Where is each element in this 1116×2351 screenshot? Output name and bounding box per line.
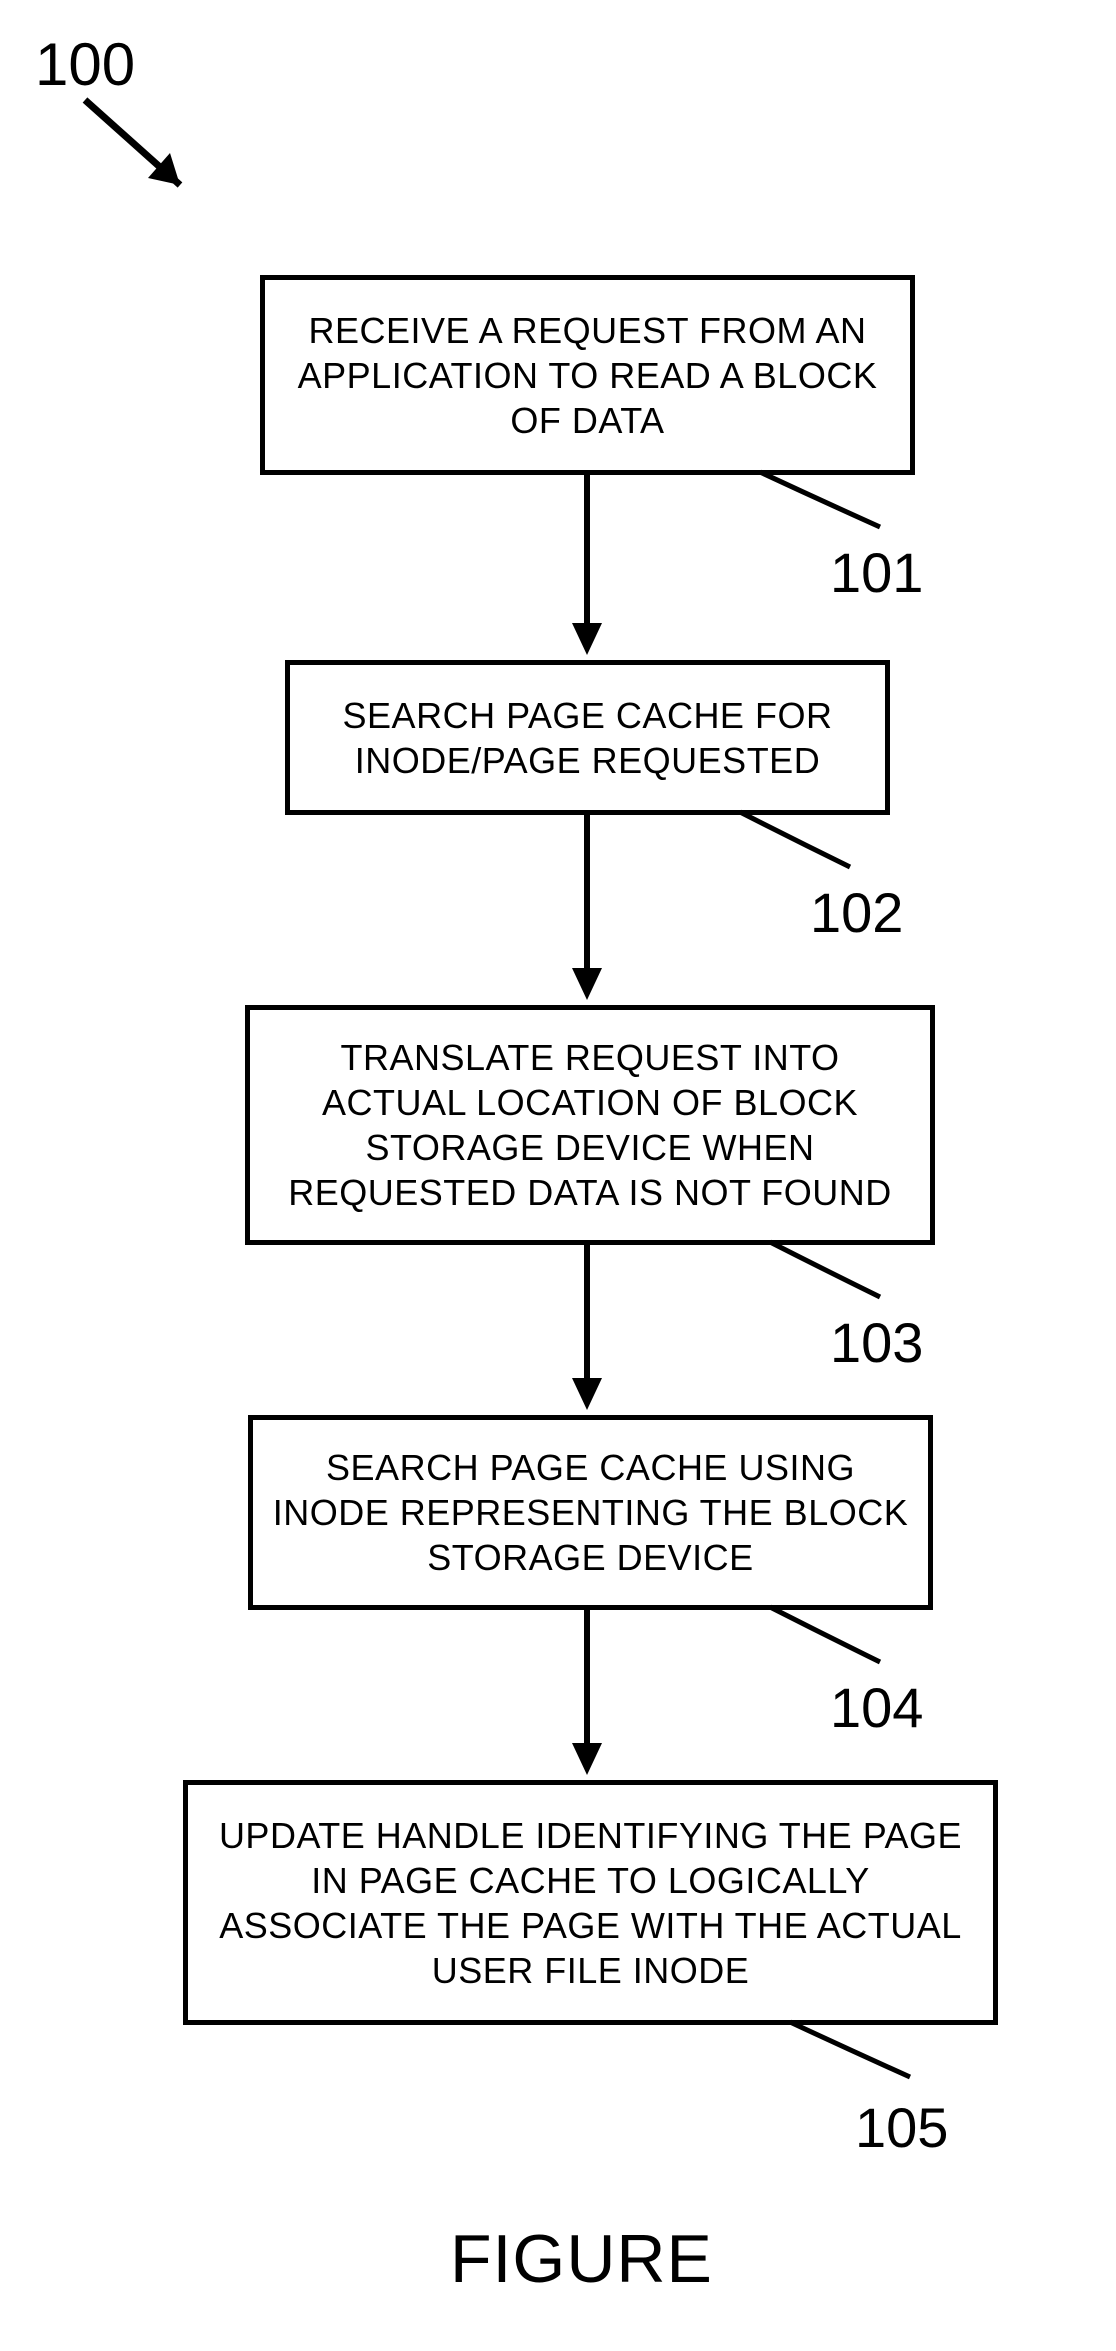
step-id-102: 102 — [810, 880, 903, 945]
step-box-103: TRANSLATE REQUEST INTO ACTUAL LOCATION O… — [245, 1005, 935, 1245]
step-id-104: 104 — [830, 1675, 923, 1740]
step-box-101: RECEIVE A REQUEST FROM AN APPLICATION TO… — [260, 275, 915, 475]
step-box-104: SEARCH PAGE CACHE USING INODE REPRESENTI… — [248, 1415, 933, 1610]
reference-arrow — [60, 75, 260, 235]
step-id-101: 101 — [830, 540, 923, 605]
flow-arrow-2-3 — [570, 815, 610, 1010]
figure-label: FIGURE — [450, 2220, 713, 2298]
step-text: SEARCH PAGE CACHE FOR INODE/PAGE REQUEST… — [306, 693, 869, 783]
step-text: UPDATE HANDLE IDENTIFYING THE PAGE IN PA… — [204, 1813, 977, 1993]
flow-arrow-3-4 — [570, 1245, 610, 1420]
flow-arrow-1-2 — [570, 475, 610, 665]
step-box-102: SEARCH PAGE CACHE FOR INODE/PAGE REQUEST… — [285, 660, 890, 815]
flowchart-canvas: 100 RECEIVE A REQUEST FROM AN APPLICATIO… — [0, 0, 1116, 2351]
flow-arrow-4-5 — [570, 1610, 610, 1785]
step-text: SEARCH PAGE CACHE USING INODE REPRESENTI… — [269, 1445, 912, 1580]
step-id-103: 103 — [830, 1310, 923, 1375]
step-text: TRANSLATE REQUEST INTO ACTUAL LOCATION O… — [266, 1035, 914, 1215]
step-text: RECEIVE A REQUEST FROM AN APPLICATION TO… — [281, 308, 894, 443]
step-id-105: 105 — [855, 2095, 948, 2160]
step-box-105: UPDATE HANDLE IDENTIFYING THE PAGE IN PA… — [183, 1780, 998, 2025]
